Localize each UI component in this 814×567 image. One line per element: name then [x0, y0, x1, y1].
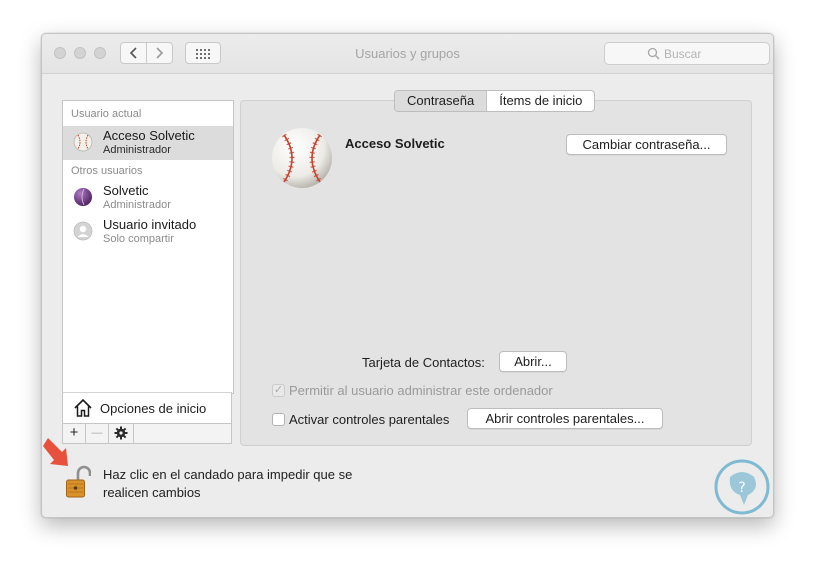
purple-sphere-icon	[74, 188, 92, 206]
open-parental-controls-button[interactable]: Abrir controles parentales...	[467, 408, 663, 429]
change-password-button[interactable]: Cambiar contraseña...	[566, 134, 727, 155]
lock-icon[interactable]	[65, 465, 91, 499]
solvetic-watermark-logo: ?	[714, 459, 770, 515]
user-role: Administrador	[103, 144, 171, 156]
title-bar: Usuarios y grupos Buscar	[42, 34, 773, 74]
lock-hint-text: Haz clic en el candado para impedir que …	[103, 467, 353, 500]
gear-icon	[114, 426, 128, 440]
house-icon	[74, 398, 92, 417]
user-name: Usuario invitado	[103, 217, 197, 232]
search-icon	[647, 47, 660, 60]
parental-controls-checkbox[interactable]	[272, 413, 285, 426]
tab-bar: Contraseña Ítems de inicio	[394, 90, 596, 112]
user-item-guest[interactable]: Usuario invitado Solo compartir	[63, 215, 233, 249]
svg-text:?: ?	[738, 480, 745, 496]
remove-user-button[interactable]: —	[86, 424, 109, 443]
guest-user-icon	[73, 221, 93, 241]
account-name: Acceso Solvetic	[345, 136, 445, 151]
other-users-section-label: Otros usuarios	[71, 165, 143, 177]
baseball-avatar[interactable]	[270, 126, 334, 190]
open-contacts-button[interactable]: Abrir...	[499, 351, 567, 372]
user-role: Administrador	[103, 199, 171, 211]
preferences-window: Usuarios y grupos Buscar Usuario actual …	[41, 33, 774, 518]
user-item-solvetic[interactable]: Solvetic Administrador	[63, 181, 233, 215]
tab-login-items[interactable]: Ítems de inicio	[487, 91, 594, 111]
contacts-card-label: Tarjeta de Contactos:	[362, 355, 485, 370]
search-placeholder: Buscar	[664, 47, 702, 61]
search-field[interactable]: Buscar	[604, 42, 770, 65]
red-arrow-icon	[43, 438, 68, 466]
login-options-item[interactable]: Opciones de inicio	[62, 392, 232, 424]
allow-admin-checkbox[interactable]: ✓	[272, 384, 285, 397]
user-item-acceso-solvetic[interactable]: Acceso Solvetic Administrador	[63, 126, 233, 160]
user-role: Solo compartir	[103, 233, 174, 245]
baseball-icon	[73, 132, 93, 152]
user-list-toolbar: + —	[62, 424, 232, 444]
tab-password[interactable]: Contraseña	[395, 91, 488, 111]
allow-admin-label: Permitir al usuario administrar este ord…	[289, 383, 553, 398]
user-list: Usuario actual Acceso Solvetic Administr…	[62, 100, 234, 394]
current-user-section-label: Usuario actual	[71, 108, 142, 120]
user-name: Acceso Solvetic	[103, 128, 195, 143]
login-options-label: Opciones de inicio	[100, 401, 207, 416]
user-name: Solvetic	[103, 183, 149, 198]
parental-controls-label: Activar controles parentales	[289, 412, 450, 427]
action-menu-button[interactable]	[109, 424, 134, 443]
